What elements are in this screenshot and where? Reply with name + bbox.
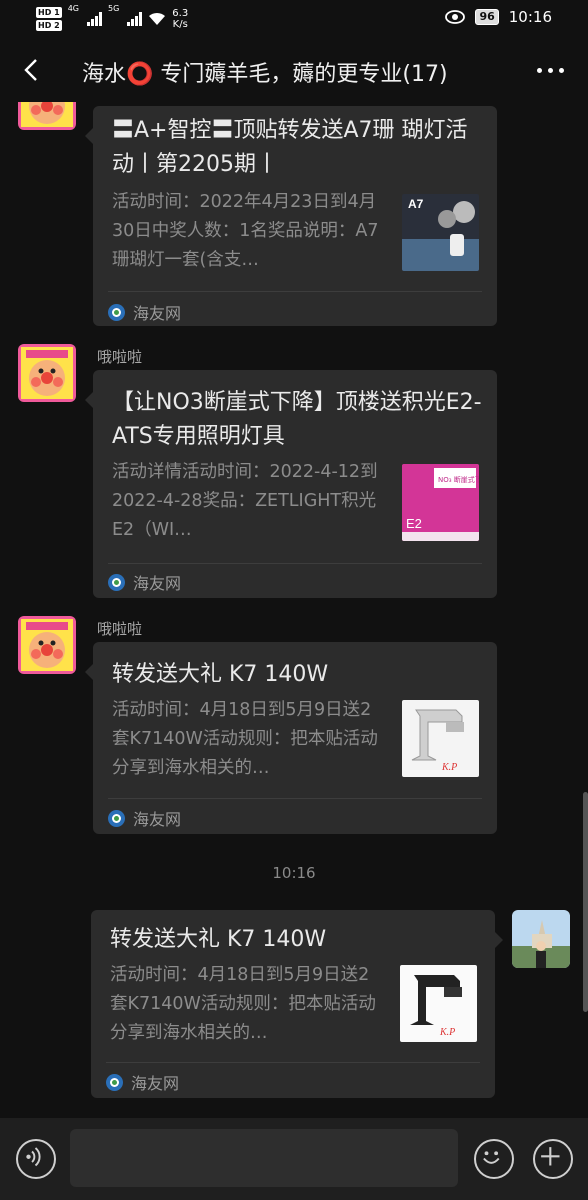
plus-icon[interactable]: [533, 1139, 573, 1179]
speed-unit: K/s: [172, 19, 188, 30]
card-description: 活动时间：4月18日到5月9日送2套K7140W活动规则：把本贴活动分享到海水相…: [112, 700, 378, 778]
source-logo-icon: [106, 1073, 123, 1091]
chat-area[interactable]: 〓A+智控〓顶贴转发送A7珊 瑚灯活动丨第2205期丨 活动时间：2022年4月…: [0, 102, 588, 1118]
source-name: 海友网: [133, 574, 182, 593]
chat-title: 海水⭕ 专门薅羊毛，薅的更专业(17): [82, 62, 448, 87]
eye-icon: [445, 10, 466, 24]
card-thumbnail: NO₃ 断崖式下降 E2: [402, 464, 479, 541]
message-input[interactable]: [70, 1129, 458, 1187]
card-title: 转发送大礼 K7 140W: [110, 927, 327, 952]
my-avatar[interactable]: [512, 910, 570, 968]
source-name: 海友网: [133, 304, 182, 323]
card-divider: [108, 291, 482, 292]
net-speed: 6.3 K/s: [172, 8, 188, 30]
status-left: HD 1 HD 2 4G 5G 6.3 K/s: [36, 4, 188, 34]
link-card[interactable]: 转发送大礼 K7 140W 活动时间：4月18日到5月9日送2套K7140W活动…: [91, 910, 503, 1098]
avatar[interactable]: [18, 616, 76, 674]
signal-icon: [86, 12, 102, 26]
title-bar: 海水⭕ 专门薅羊毛，薅的更专业(17): [0, 40, 588, 102]
card-description: 活动时间：4月18日到5月9日送2套K7140W活动规则：把本贴活动分享到海水相…: [110, 965, 376, 1043]
card-title: 〓A+智控〓顶贴转发送A7珊 瑚灯活动丨第2205期丨: [112, 118, 468, 177]
card-source: 海友网: [108, 300, 181, 324]
card-thumbnail: A7: [402, 194, 479, 271]
battery-indicator: 96: [475, 9, 499, 25]
speed-value: 6.3: [172, 8, 189, 19]
card-thumbnail: K.P: [400, 965, 477, 1042]
sender-name: 哦啦啦: [97, 620, 143, 638]
thumb-a7-label: A7: [408, 197, 424, 211]
avatar[interactable]: [18, 344, 76, 402]
back-arrow-icon[interactable]: [18, 56, 46, 84]
scrollbar[interactable]: [583, 792, 588, 1012]
card-description: 活动详情活动时间：2022-4-12到2022-4-28奖品：ZETLIGHT积…: [112, 462, 378, 540]
card-title: 【让NO3断崖式下降】顶楼送积光E2-ATS专用照明灯具: [112, 390, 482, 449]
clock: 10:16: [508, 8, 552, 26]
more-dots-icon[interactable]: [537, 68, 564, 73]
card-source: 海友网: [108, 806, 181, 830]
voice-icon[interactable]: [16, 1139, 56, 1179]
hd1-badge: HD 1: [36, 7, 62, 18]
thumb-kp-label-2: K.P: [439, 1027, 455, 1038]
thumb-e2-label: E2: [406, 516, 422, 531]
card-source: 海友网: [106, 1070, 179, 1094]
status-right: 96 10:16: [445, 8, 552, 26]
signal-icon-2: [127, 12, 143, 26]
avatar[interactable]: [18, 102, 76, 130]
link-card[interactable]: 【让NO3断崖式下降】顶楼送积光E2-ATS专用照明灯具 活动详情活动时间：20…: [85, 370, 497, 598]
input-bar: [0, 1118, 588, 1200]
source-logo-icon: [108, 573, 125, 591]
chat-timestamp: 10:16: [272, 864, 316, 882]
thumb-e2-banner: NO₃ 断崖式下降: [438, 475, 479, 484]
card-source: 海友网: [108, 570, 181, 594]
card-divider: [108, 798, 482, 799]
source-logo-icon: [108, 809, 125, 827]
card-divider: [108, 563, 482, 564]
link-card[interactable]: 转发送大礼 K7 140W 活动时间：4月18日到5月9日送2套K7140W活动…: [85, 642, 497, 834]
card-divider: [106, 1062, 480, 1063]
net1-label: 4G: [67, 4, 79, 13]
link-card[interactable]: 〓A+智控〓顶贴转发送A7珊 瑚灯活动丨第2205期丨 活动时间：2022年4月…: [85, 106, 497, 326]
card-thumbnail: K.P: [402, 700, 479, 777]
sender-name: 哦啦啦: [97, 348, 143, 366]
card-title: 转发送大礼 K7 140W: [112, 662, 329, 687]
hd-badges: HD 1 HD 2: [36, 6, 62, 32]
thumb-kp-label: K.P: [441, 762, 457, 773]
hd2-badge: HD 2: [36, 20, 62, 31]
source-name: 海友网: [131, 1074, 180, 1093]
emoji-icon[interactable]: [474, 1139, 514, 1179]
status-bar: HD 1 HD 2 4G 5G 6.3 K/s 96 10:16: [0, 0, 588, 40]
card-description: 活动时间：2022年4月23日到4月30日中奖人数：1名奖品说明：A7珊瑚灯一套…: [112, 192, 379, 270]
source-logo-icon: [108, 303, 125, 321]
wifi-icon: [149, 12, 166, 25]
source-name: 海友网: [133, 810, 182, 829]
net2-label: 5G: [107, 4, 120, 13]
